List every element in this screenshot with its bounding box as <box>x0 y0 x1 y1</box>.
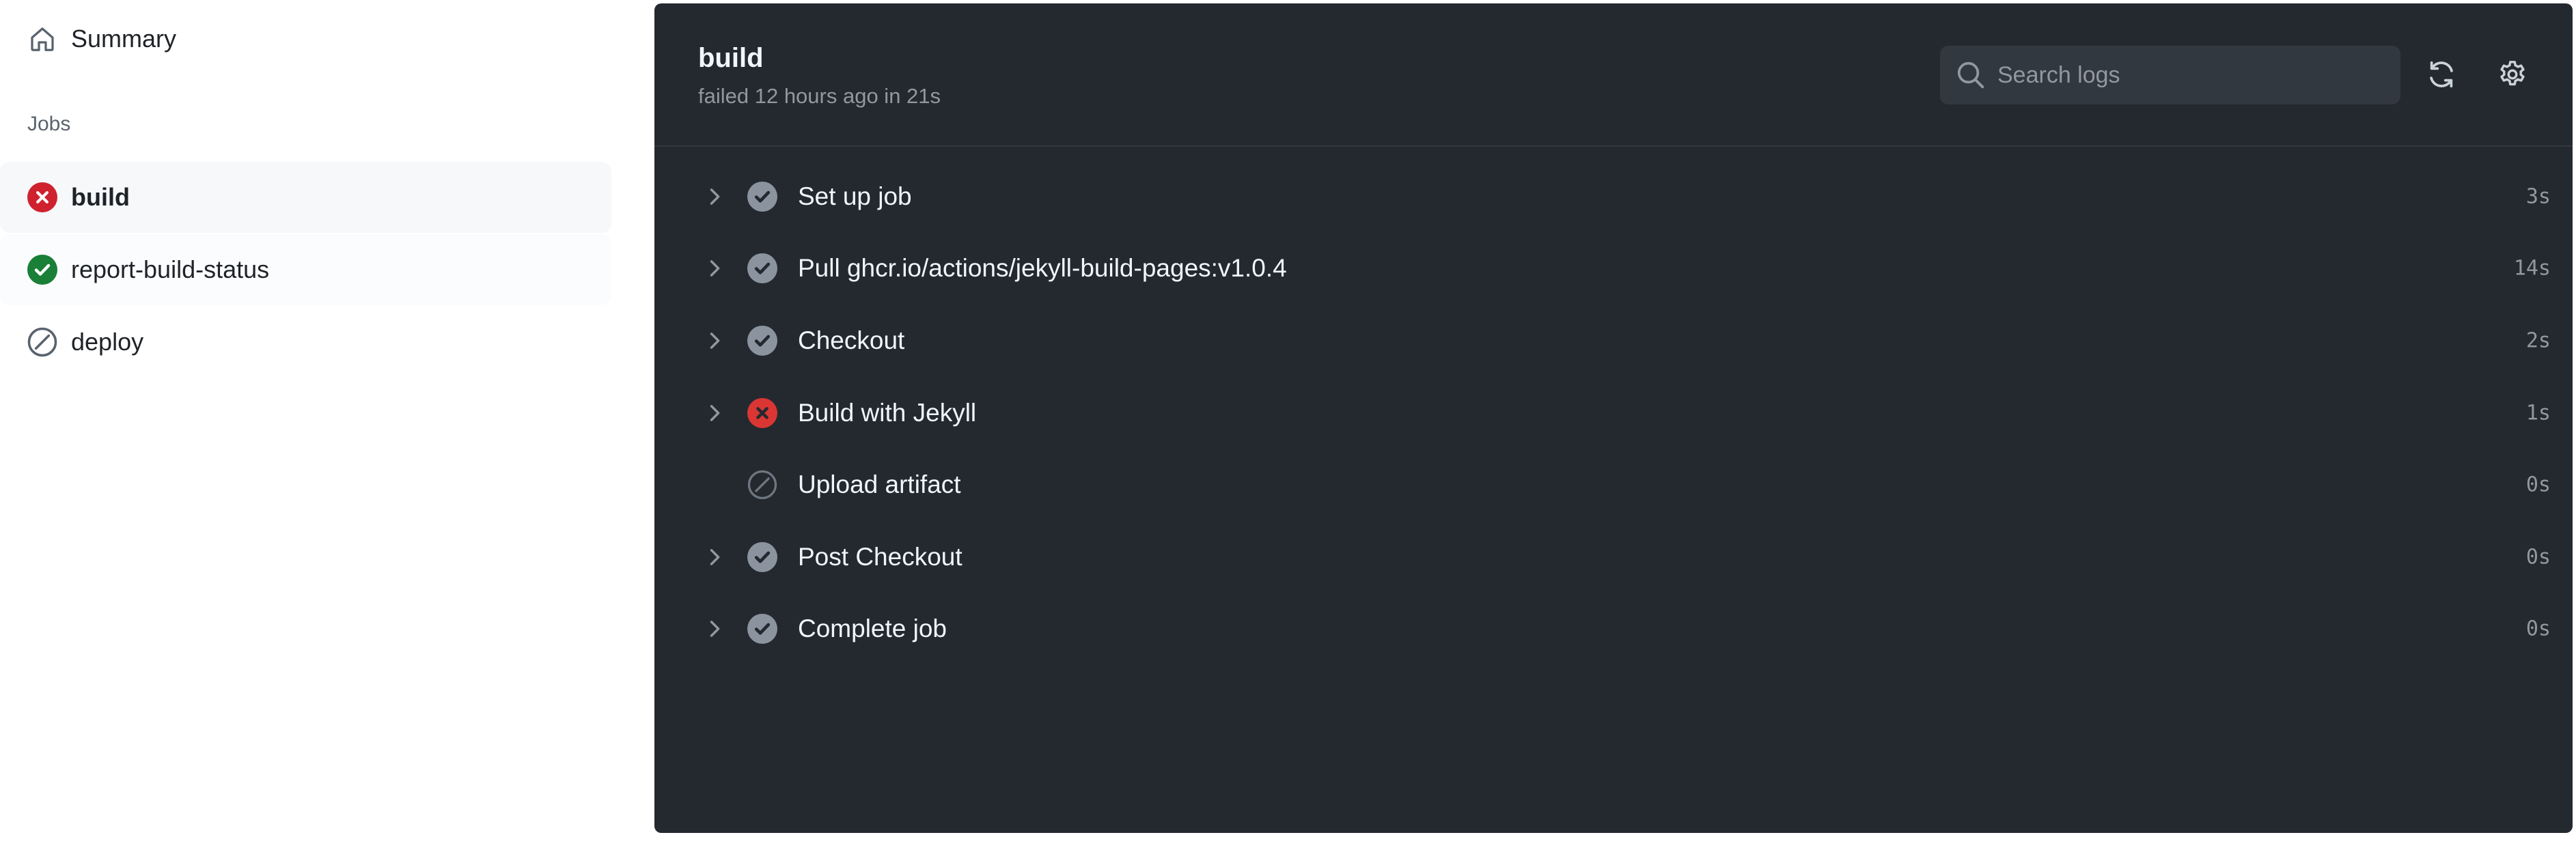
skip-icon <box>27 327 57 357</box>
sync-icon <box>2426 59 2457 94</box>
chevron-right-icon[interactable] <box>702 328 727 353</box>
step-complete-job[interactable]: Complete job 0s <box>654 593 2573 666</box>
job-status-text: failed 12 hours ago in 21s <box>698 84 941 108</box>
chevron-right-icon[interactable] <box>702 256 727 281</box>
x-circle-fill-icon <box>747 397 777 428</box>
check-circle-fill-icon <box>27 255 57 285</box>
step-name: Pull ghcr.io/actions/jekyll-build-pages:… <box>798 254 1287 283</box>
step-duration: 3s <box>2525 184 2551 209</box>
step-build-with-jekyll[interactable]: Build with Jekyll 1s <box>654 377 2573 449</box>
sidebar-item-deploy[interactable]: deploy <box>0 307 611 378</box>
sidebar-item-label: build <box>71 183 130 211</box>
step-pull-image[interactable]: Pull ghcr.io/actions/jekyll-build-pages:… <box>654 233 2573 305</box>
step-post-checkout[interactable]: Post Checkout 0s <box>654 521 2573 593</box>
step-duration: 14s <box>2513 256 2551 281</box>
x-circle-fill-icon <box>27 182 57 212</box>
search-logs-box[interactable] <box>1940 46 2400 104</box>
step-duration: 0s <box>2525 472 2551 497</box>
step-duration: 2s <box>2525 328 2551 353</box>
search-icon <box>1955 59 1986 91</box>
home-icon <box>27 24 57 54</box>
step-set-up-job[interactable]: Set up job 3s <box>654 160 2573 233</box>
step-name: Build with Jekyll <box>798 398 977 427</box>
step-name: Checkout <box>798 326 905 354</box>
sidebar: Summary Jobs build report-build-status d… <box>0 0 615 850</box>
sidebar-item-label: Summary <box>71 25 177 53</box>
step-name: Set up job <box>798 182 912 210</box>
check-circle-fill-icon <box>747 541 777 572</box>
step-duration: 0s <box>2525 617 2551 641</box>
step-checkout[interactable]: Checkout 2s <box>654 304 2573 377</box>
jobs-heading: Jobs <box>27 113 71 135</box>
skip-icon <box>747 470 777 500</box>
sidebar-item-label: deploy <box>71 328 144 356</box>
sidebar-item-summary[interactable]: Summary <box>0 3 611 74</box>
step-name: Post Checkout <box>798 542 962 571</box>
refresh-button[interactable] <box>2424 58 2459 94</box>
chevron-right-icon[interactable] <box>702 184 727 209</box>
check-circle-fill-icon <box>747 253 777 284</box>
check-circle-fill-icon <box>747 325 777 356</box>
sidebar-item-build[interactable]: build <box>0 162 611 233</box>
job-log-panel: build failed 12 hours ago in 21s Search … <box>654 3 2573 833</box>
chevron-right-icon[interactable] <box>702 401 727 425</box>
step-duration: 1s <box>2525 401 2551 425</box>
settings-button[interactable] <box>2495 58 2530 94</box>
check-circle-fill-icon <box>747 614 777 644</box>
gear-icon <box>2497 59 2528 94</box>
sidebar-item-report-build-status[interactable]: report-build-status <box>0 234 611 305</box>
chevron-right-icon[interactable] <box>702 545 727 569</box>
step-duration: 0s <box>2525 545 2551 569</box>
job-header: build failed 12 hours ago in 21s <box>654 3 2573 147</box>
step-name: Upload artifact <box>798 470 961 499</box>
steps-list: Set up job 3s Pull ghcr.io/actions/jekyl… <box>654 160 2573 665</box>
chevron-right-icon[interactable] <box>702 617 727 641</box>
check-circle-fill-icon <box>747 181 777 212</box>
job-title: build <box>698 43 764 73</box>
sidebar-item-label: report-build-status <box>71 255 270 283</box>
step-upload-artifact: Upload artifact 0s <box>654 449 2573 521</box>
search-logs-input[interactable] <box>1997 46 2387 104</box>
step-name: Complete job <box>798 614 947 643</box>
